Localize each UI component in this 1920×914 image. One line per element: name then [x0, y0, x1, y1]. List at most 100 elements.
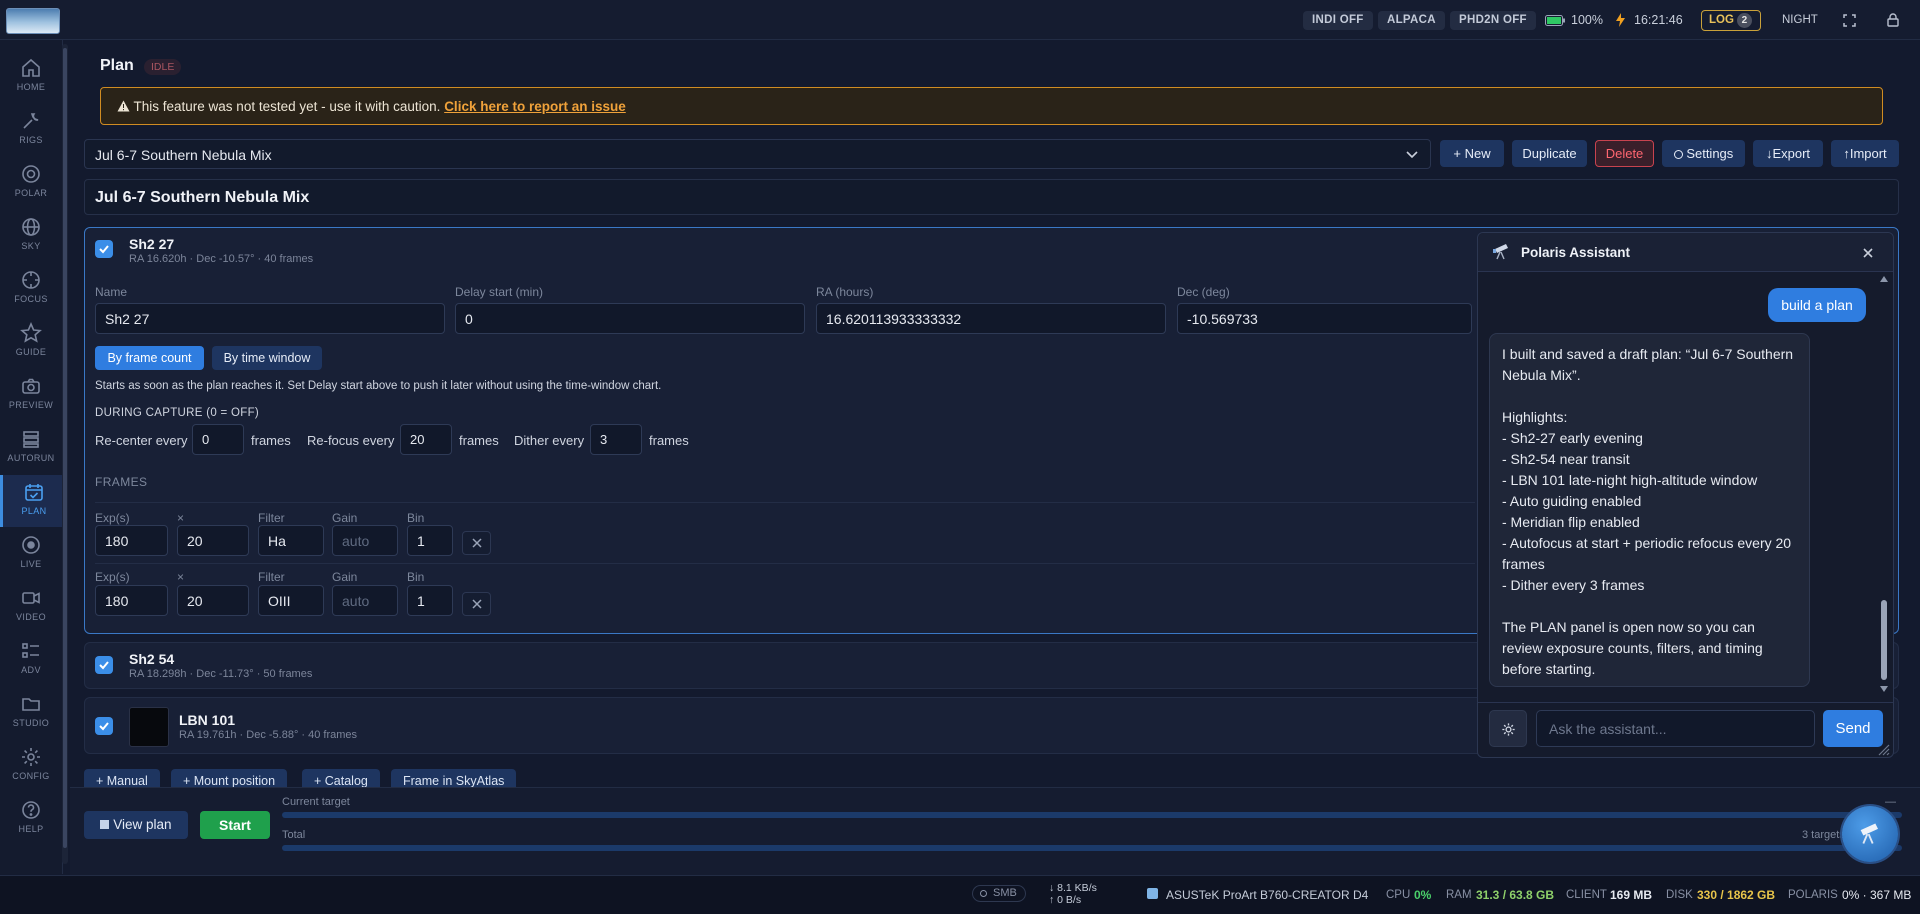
target-name: LBN 101: [179, 712, 236, 728]
remove-frame-button[interactable]: [462, 531, 491, 555]
list-icon: [22, 643, 39, 658]
total-label: Total: [282, 829, 306, 841]
user-message: build a plan: [1768, 288, 1866, 322]
client-value: 169 MB: [1610, 888, 1653, 902]
dither-label: Dither every: [514, 433, 585, 448]
battery-percent: 100%: [1571, 13, 1603, 27]
chevron-down-icon: [1406, 151, 1418, 159]
clock: 16:21:46: [1634, 13, 1683, 27]
indi-status-pill[interactable]: INDI OFF: [1303, 11, 1373, 30]
frame-bin-input[interactable]: 1: [407, 585, 453, 616]
name-label: Name: [95, 285, 128, 299]
network-up: ↑ 0 B/s: [1049, 894, 1082, 906]
assistant-input[interactable]: Ask the assistant...: [1536, 710, 1815, 747]
assistant-scrollbar[interactable]: [1879, 274, 1889, 694]
frame-count-input[interactable]: 20: [177, 585, 249, 616]
top-bar: [0, 0, 1920, 40]
assistant-settings-button[interactable]: [1489, 710, 1527, 747]
message-line: - Meridian flip enabled: [1502, 514, 1640, 530]
mode-time-window-tab[interactable]: By time window: [212, 346, 322, 370]
sidebar-item-config[interactable]: CONFIG: [0, 740, 62, 792]
sidebar-item-autorun[interactable]: AUTORUN: [0, 422, 62, 474]
recenter-unit: frames: [251, 433, 291, 448]
export-button[interactable]: ↓Export: [1753, 140, 1823, 167]
delete-plan-button[interactable]: Delete: [1595, 140, 1654, 167]
sidebar-item-video[interactable]: VIDEO: [0, 581, 62, 633]
dither-unit: frames: [649, 433, 689, 448]
phd2-status-pill[interactable]: PHD2N OFF: [1450, 11, 1536, 30]
import-button[interactable]: ↑Import: [1831, 140, 1899, 167]
total-progress: [282, 845, 1902, 851]
sidebar-item-plan[interactable]: PLAN: [0, 475, 62, 527]
battery-icon: [1545, 15, 1565, 26]
new-plan-button[interactable]: + New: [1440, 140, 1504, 167]
frame-count-input[interactable]: 20: [177, 525, 249, 556]
duplicate-plan-button[interactable]: Duplicate: [1512, 140, 1587, 167]
alpaca-status-pill[interactable]: ALPACA: [1378, 11, 1445, 30]
sidebar-scrollbar-thumb[interactable]: [63, 48, 67, 848]
col-filter-label: Filter: [258, 511, 285, 525]
delay-start-input[interactable]: 0: [455, 303, 805, 334]
send-button[interactable]: Send: [1823, 710, 1883, 747]
charging-icon: [1616, 13, 1625, 27]
start-button[interactable]: Start: [200, 811, 270, 839]
frame-exp-input[interactable]: 180: [95, 525, 168, 556]
target-checkbox[interactable]: [95, 240, 113, 258]
sidebar-item-home[interactable]: HOME: [0, 51, 62, 103]
sidebar-item-focus[interactable]: FOCUS: [0, 263, 62, 315]
lock-icon[interactable]: [1887, 13, 1899, 27]
log-button[interactable]: LOG 2: [1701, 10, 1761, 31]
target-checkbox[interactable]: [95, 717, 113, 735]
help-icon: [22, 801, 40, 819]
sidebar-item-sky[interactable]: SKY: [0, 210, 62, 262]
frame-gain-input[interactable]: auto: [332, 525, 398, 556]
target-icon: [22, 165, 40, 183]
remove-frame-button[interactable]: [462, 592, 491, 616]
frame-filter-select[interactable]: Ha: [258, 525, 324, 556]
current-target-progress: [282, 812, 1902, 818]
ra-input[interactable]: 16.620113933333332: [816, 303, 1166, 334]
sidebar-item-studio[interactable]: STUDIO: [0, 687, 62, 739]
sidebar-item-rigs[interactable]: RIGS: [0, 104, 62, 156]
frame-filter-select[interactable]: OIII: [258, 585, 324, 616]
sidebar-item-adv[interactable]: ADV: [0, 634, 62, 686]
close-assistant-button[interactable]: [1863, 244, 1873, 258]
app-logo[interactable]: [6, 8, 60, 34]
plan-select[interactable]: Jul 6-7 Southern Nebula Mix: [84, 139, 1431, 169]
refocus-input[interactable]: 20: [400, 424, 452, 455]
sidebar-item-preview[interactable]: PREVIEW: [0, 369, 62, 421]
refocus-unit: frames: [459, 433, 499, 448]
sidebar-item-label: SKY: [21, 241, 41, 251]
view-plan-button[interactable]: View plan: [84, 811, 188, 839]
plan-name-field[interactable]: Jul 6-7 Southern Nebula Mix: [84, 179, 1899, 215]
message-line: The PLAN panel is open now so you can re…: [1502, 619, 1763, 677]
recenter-input[interactable]: 0: [192, 424, 244, 455]
dither-input[interactable]: 3: [590, 424, 642, 455]
fullscreen-icon[interactable]: [1843, 14, 1856, 27]
mode-frame-count-tab[interactable]: By frame count: [95, 346, 204, 370]
telescope-icon: [1493, 243, 1511, 260]
message-line: - Autofocus at start + periodic refocus …: [1502, 535, 1792, 572]
sidebar-item-polar[interactable]: POLAR: [0, 157, 62, 209]
assistant-message: I built and saved a draft plan: “Jul 6-7…: [1489, 333, 1810, 687]
wrench-icon: [23, 113, 39, 129]
sidebar-item-guide[interactable]: GUIDE: [0, 316, 62, 368]
view-plan-label: View plan: [113, 817, 172, 832]
message-line: - LBN 101 late-night high-altitude windo…: [1502, 472, 1758, 488]
frame-exp-input[interactable]: 180: [95, 585, 168, 616]
report-issue-link[interactable]: Click here to report an issue: [444, 99, 626, 114]
target-name-input[interactable]: Sh2 27: [95, 303, 445, 334]
resize-handle-icon[interactable]: [1878, 744, 1890, 756]
close-icon: [471, 538, 482, 548]
assistant-launcher-button[interactable]: [1842, 806, 1898, 862]
dec-input[interactable]: -10.569733: [1177, 303, 1472, 334]
sidebar-item-live[interactable]: LIVE: [0, 528, 62, 580]
sidebar-item-help[interactable]: HELP: [0, 793, 62, 845]
night-mode-button[interactable]: NIGHT: [1782, 14, 1818, 26]
target-checkbox[interactable]: [95, 656, 113, 674]
frame-bin-input[interactable]: 1: [407, 525, 453, 556]
settings-button[interactable]: Settings: [1662, 140, 1745, 167]
frame-gain-input[interactable]: auto: [332, 585, 398, 616]
stack-icon: [23, 431, 39, 448]
message-line: - Dither every 3 frames: [1502, 577, 1645, 593]
